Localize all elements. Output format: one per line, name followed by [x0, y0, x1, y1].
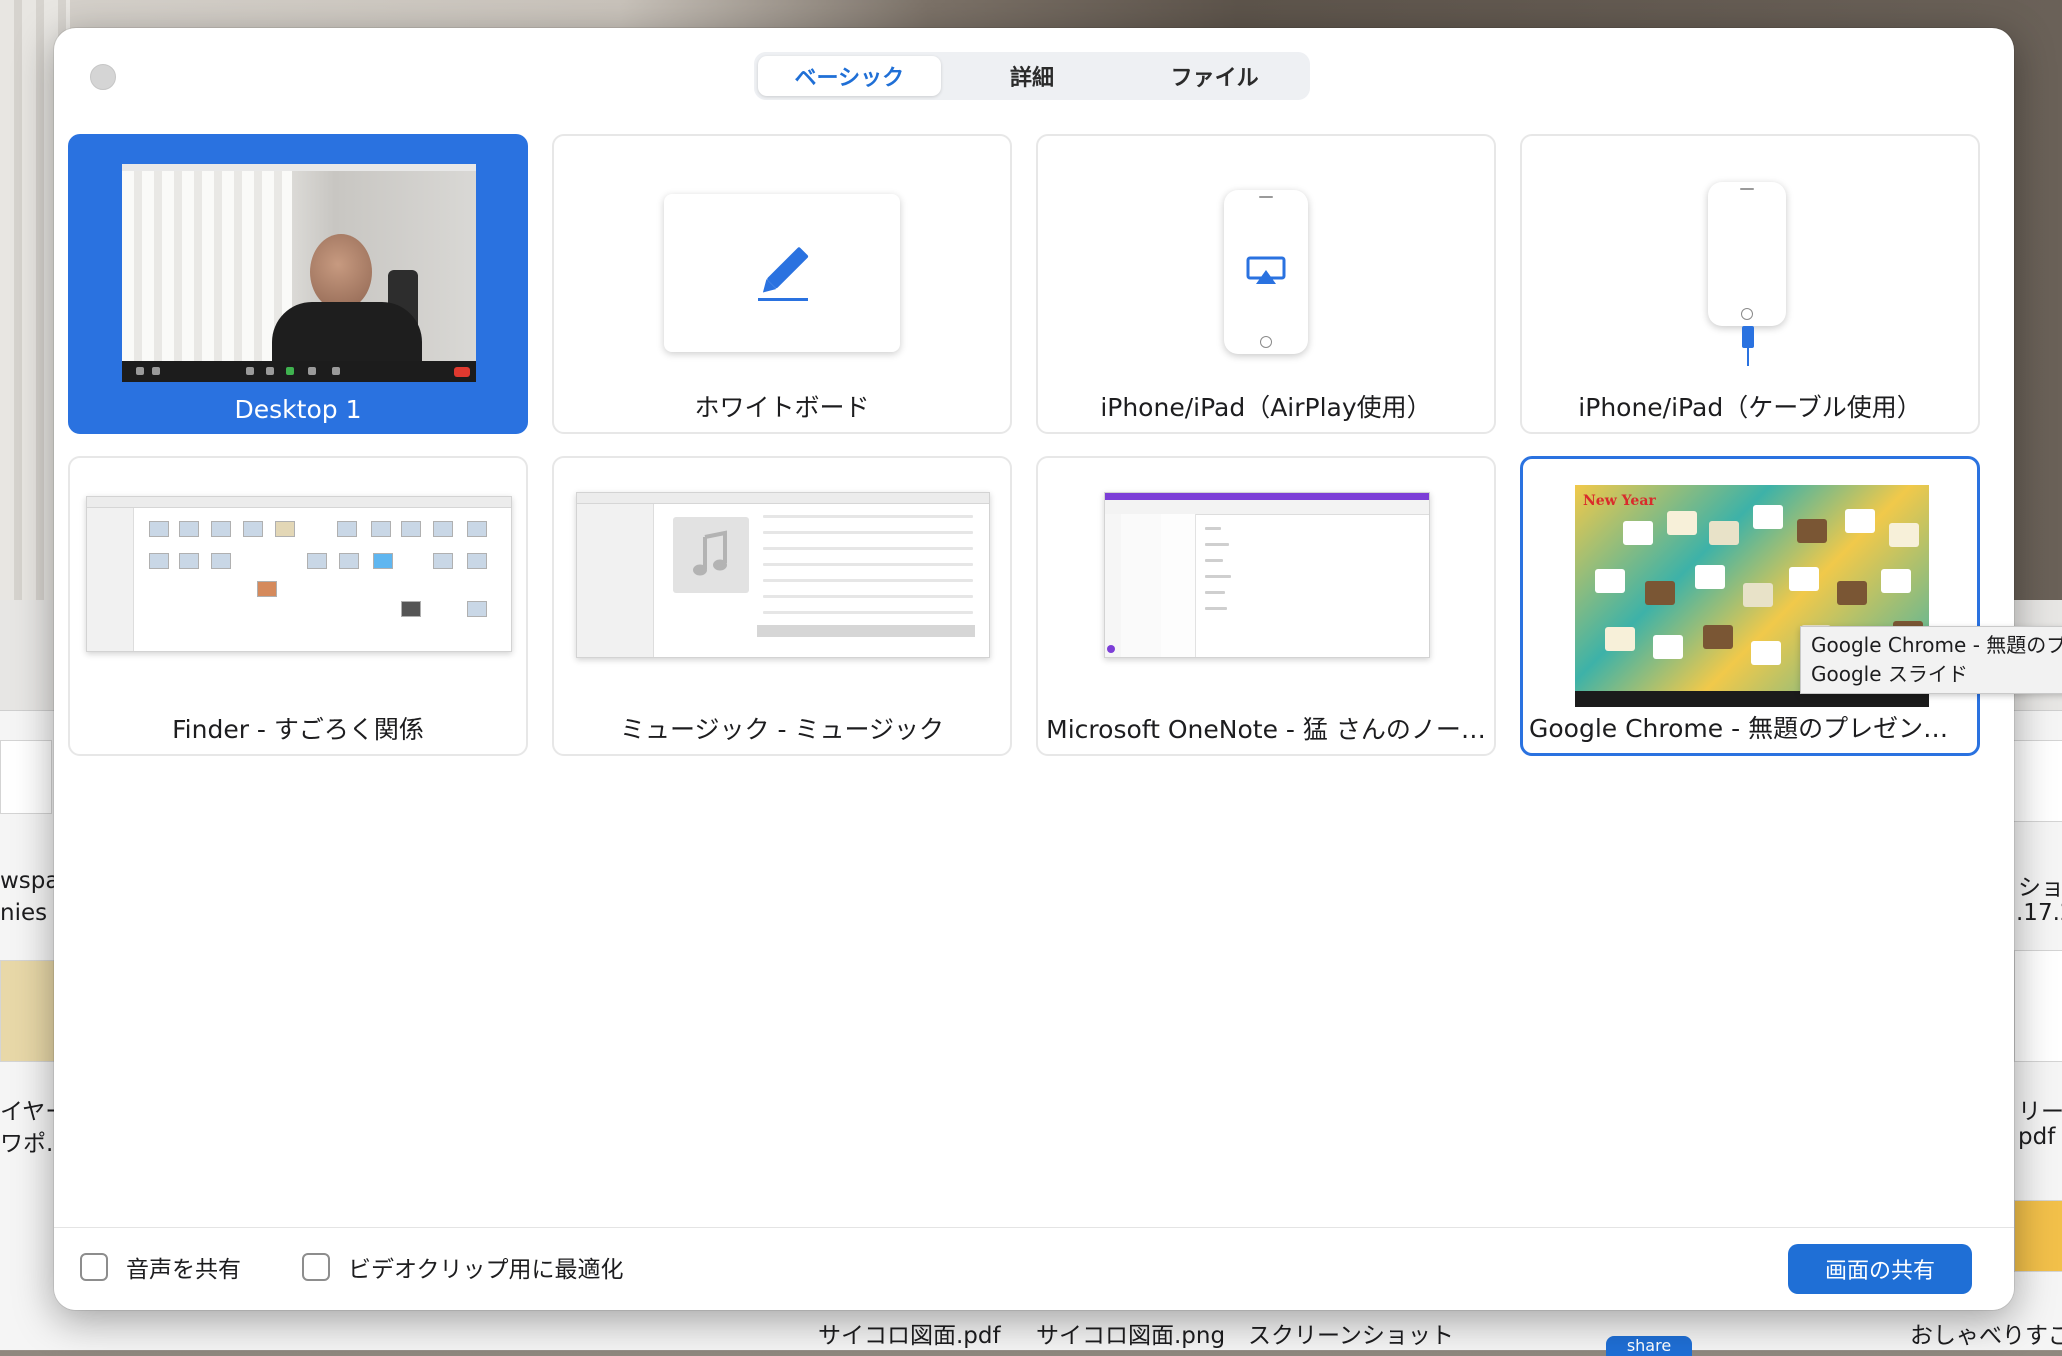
iphone-cable-icon — [1708, 182, 1786, 326]
background-file-name: リー — [2018, 1099, 2062, 1125]
tab-files[interactable]: ファイル — [1123, 56, 1306, 96]
window-title-tooltip: Google Chrome - 無題のプ Google スライド — [1800, 626, 2062, 694]
source-label: ホワイトボード — [694, 393, 870, 422]
share-audio-label: 音声を共有 — [126, 1257, 241, 1283]
finder-preview — [86, 496, 512, 652]
desktop-preview — [122, 164, 476, 382]
music-note-icon — [693, 530, 727, 576]
source-whiteboard[interactable]: ホワイトボード — [552, 134, 1012, 434]
share-screen-dialog: ベーシック 詳細 ファイル Desktop 1 ホワイトボード iPhone/i… — [54, 28, 2014, 1310]
source-label: iPhone/iPad（ケーブル使用） — [1578, 393, 1922, 422]
background-file-thumbnail — [2014, 1200, 2062, 1272]
tab-bar: ベーシック 詳細 ファイル — [754, 52, 1310, 100]
whiteboard-preview — [664, 194, 900, 352]
onenote-preview — [1104, 492, 1430, 658]
source-finder-window[interactable]: Finder - すごろく関係 — [68, 456, 528, 756]
source-onenote-window[interactable]: Microsoft OneNote - 猛 さんのノー… — [1036, 456, 1496, 756]
background-file-name: サイコロ図面.png — [1036, 1323, 1226, 1349]
background-file-name: .17.2 — [2016, 900, 2062, 926]
tab-advanced[interactable]: 詳細 — [941, 56, 1124, 96]
background-file-name: ショ — [2018, 875, 2062, 901]
tooltip-line-1: Google Chrome - 無題のプ — [1811, 633, 2062, 657]
source-iphone-cable[interactable]: iPhone/iPad（ケーブル使用） — [1520, 134, 1980, 434]
slide-title: New Year — [1583, 493, 1656, 509]
source-label: iPhone/iPad（AirPlay使用） — [1100, 393, 1432, 422]
optimize-video-checkbox[interactable]: ビデオクリップ用に最適化 — [302, 1250, 624, 1284]
tab-basic[interactable]: ベーシック — [758, 56, 941, 96]
background-file-thumbnail — [2014, 950, 2062, 1062]
share-screen-button[interactable]: 画面の共有 — [1788, 1244, 1972, 1294]
background-file-thumbnail — [0, 960, 56, 1062]
optimize-video-label: ビデオクリップ用に最適化 — [348, 1257, 624, 1283]
share-audio-checkbox[interactable]: 音声を共有 — [80, 1250, 241, 1284]
music-preview — [576, 492, 990, 658]
iphone-icon — [1224, 190, 1308, 354]
source-desktop-1[interactable]: Desktop 1 — [68, 134, 528, 434]
background-file-name: nies — [0, 900, 48, 926]
background-file-name: pdf — [2018, 1124, 2056, 1150]
tooltip-line-2: Google スライド — [1811, 662, 1968, 686]
source-iphone-airplay[interactable]: iPhone/iPad（AirPlay使用） — [1036, 134, 1496, 434]
close-button[interactable] — [90, 64, 116, 90]
checkbox-box[interactable] — [80, 1253, 108, 1281]
background-file-thumbnail — [2010, 740, 2062, 822]
background-file-name: サイコロ図面.pdf — [818, 1323, 1001, 1349]
pencil-icon — [758, 247, 809, 301]
options-bar: 音声を共有 ビデオクリップ用に最適化 画面の共有 — [54, 1227, 2014, 1310]
source-label: Finder - すごろく関係 — [172, 715, 424, 744]
person-image — [310, 234, 372, 310]
source-label: Desktop 1 — [234, 395, 362, 424]
airplay-icon — [1246, 256, 1286, 284]
source-chrome-window[interactable]: New Year Google Chrome - 無題のプレゼンテ… — [1520, 456, 1980, 756]
background-file-thumbnail — [0, 740, 52, 814]
background-share-label: share — [1606, 1336, 1692, 1356]
source-label: ミュージック - ミュージック — [620, 715, 944, 744]
source-music-window[interactable]: ミュージック - ミュージック — [552, 456, 1012, 756]
checkbox-box[interactable] — [302, 1253, 330, 1281]
background-file-name: ワポ. — [0, 1131, 54, 1157]
background-file-name: スクリーンショット — [1248, 1323, 1454, 1349]
background-file-name: wspa — [0, 868, 60, 894]
source-label: Microsoft OneNote - 猛 さんのノー… — [1046, 715, 1486, 744]
source-label: Google Chrome - 無題のプレゼンテ… — [1529, 714, 1974, 743]
background-file-name: おしゃべりすご — [1910, 1323, 2062, 1349]
